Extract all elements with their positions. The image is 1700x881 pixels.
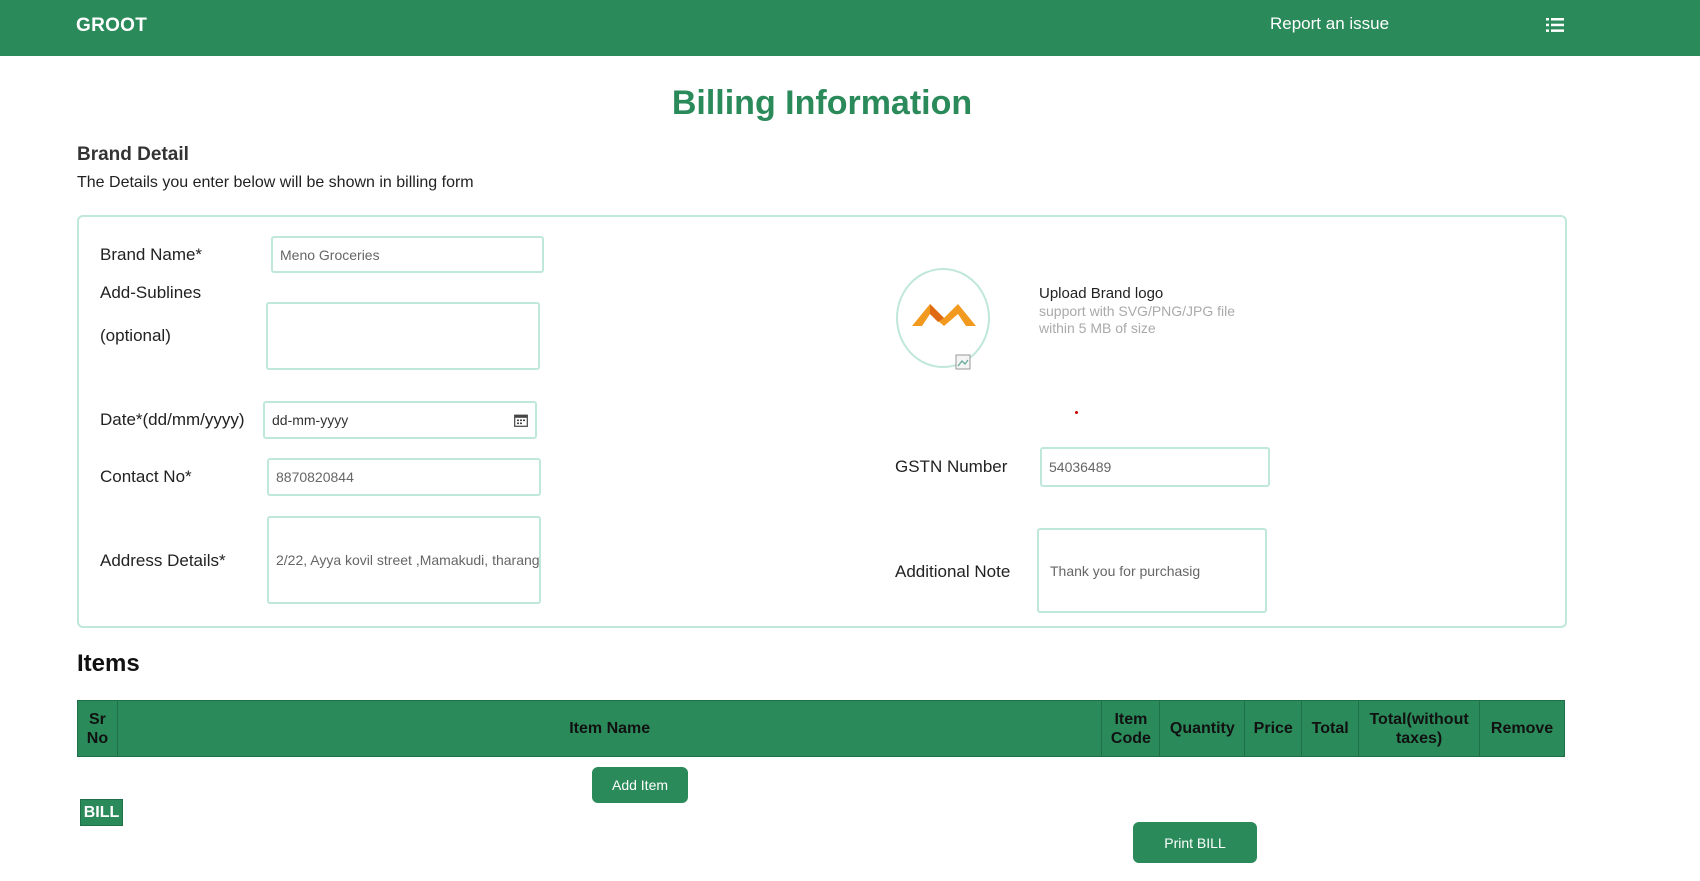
date-input[interactable]: dd-mm-yyyy (263, 401, 537, 439)
gstn-label: GSTN Number (895, 457, 1008, 476)
date-label: Date*(dd/mm/yyyy) (100, 410, 245, 429)
broken-image-icon (955, 354, 971, 370)
additional-note-value: Thank you for purchasig (1050, 562, 1201, 579)
calendar-icon[interactable] (514, 414, 528, 427)
contact-input[interactable] (267, 458, 541, 496)
list-icon[interactable] (1546, 17, 1564, 33)
sublines-textarea[interactable] (266, 302, 540, 370)
marker-dot (1075, 411, 1078, 414)
brand-detail-subtitle: The Details you enter below will be show… (77, 174, 474, 191)
bill-tag: BILL (80, 799, 123, 826)
contact-label: Contact No* (100, 467, 192, 486)
gstn-input[interactable] (1040, 447, 1270, 487)
address-value: 2/22, Ayya kovil street ,Mamakudi, thara… (276, 552, 540, 568)
brand-logo-upload[interactable] (896, 268, 990, 368)
additional-note-textarea[interactable]: Thank you for purchasig (1037, 528, 1267, 613)
sublines-optional-label: (optional) (100, 326, 171, 345)
col-total: Total (1301, 700, 1360, 757)
brand-name-input[interactable] (271, 236, 544, 273)
col-sr-no: Sr No (77, 700, 118, 757)
brand-detail-heading: Brand Detail (77, 144, 189, 165)
col-total-without-taxes: Total(without taxes) (1358, 700, 1481, 757)
items-heading: Items (77, 650, 140, 677)
col-quantity: Quantity (1159, 700, 1246, 757)
col-item-name: Item Name (116, 700, 1103, 757)
report-issue-link[interactable]: Report an issue (1270, 14, 1389, 34)
print-bill-button[interactable]: Print BILL (1133, 822, 1257, 863)
col-remove: Remove (1479, 700, 1565, 757)
top-navbar: GROOT Report an issue (0, 0, 1700, 56)
items-table: Sr No Item Name Item Code Quantity Price… (77, 700, 1565, 757)
sublines-label: Add-Sublines (100, 283, 202, 302)
brand-logo-icon (912, 304, 976, 326)
col-item-code: Item Code (1101, 700, 1161, 757)
address-label: Address Details* (100, 551, 226, 570)
page-title: Billing Information (671, 84, 973, 122)
date-input-value: dd-mm-yyyy (272, 412, 349, 428)
address-textarea[interactable]: 2/22, Ayya kovil street ,Mamakudi, thara… (267, 516, 541, 604)
upload-logo-title: Upload Brand logo (1039, 285, 1164, 302)
add-item-button[interactable]: Add Item (592, 767, 688, 803)
app-brand[interactable]: GROOT (76, 15, 147, 37)
additional-note-label: Additional Note (895, 562, 1011, 581)
col-price: Price (1244, 700, 1303, 757)
upload-logo-hint: support with SVG/PNG/JPG file within 5 M… (1039, 303, 1236, 336)
brand-name-label: Brand Name* (100, 245, 203, 264)
